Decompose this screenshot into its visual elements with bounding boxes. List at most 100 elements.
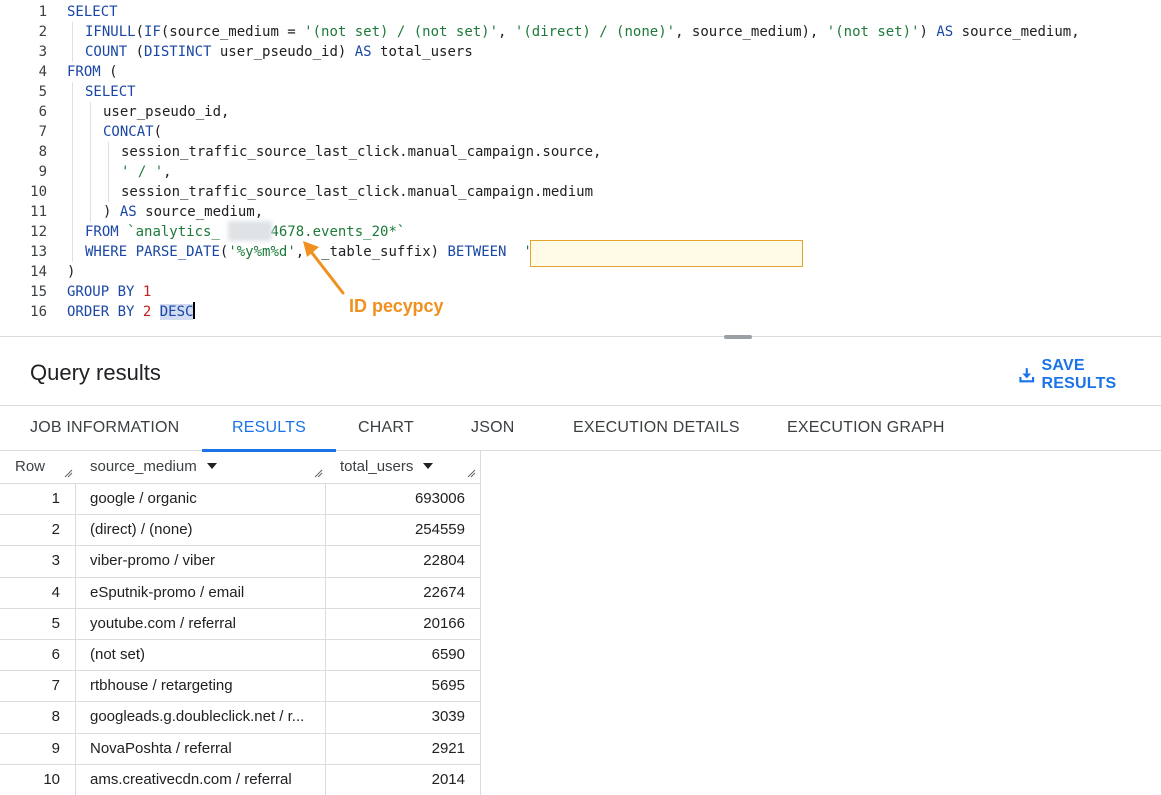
code-line[interactable]: 10 session_traffic_source_last_click.manu… — [0, 182, 1161, 202]
cell-total-users[interactable]: 5695 — [326, 671, 465, 701]
column-header-source-medium[interactable]: source_medium — [90, 451, 217, 483]
cell-total-users[interactable]: 22674 — [326, 578, 465, 608]
table-row[interactable]: 1 google / organic 693006 — [0, 483, 481, 514]
cell-total-users[interactable]: 2014 — [326, 765, 465, 795]
table-row[interactable]: 9 NovaPoshta / referral 2921 — [0, 732, 481, 764]
resize-corner-icon[interactable] — [467, 469, 476, 478]
cell-total-users[interactable]: 2921 — [326, 734, 465, 764]
line-number: 14 — [30, 264, 47, 280]
tab-results[interactable]: RESULTS — [201, 406, 337, 452]
table-row[interactable]: 6 (not set) 6590 — [0, 639, 481, 670]
table-row[interactable]: 7 rtbhouse / retargeting 5695 — [0, 670, 481, 701]
tab-execution-details[interactable]: EXECUTION DETAILS — [573, 406, 740, 451]
code-token: GROUP BY — [67, 284, 135, 300]
table-row[interactable]: 3 viber-promo / viber 22804 — [0, 545, 481, 576]
resize-corner-icon[interactable] — [314, 469, 323, 478]
code-line[interactable]: 9 ' / ', — [0, 162, 1161, 182]
cell-source-medium[interactable]: rtbhouse / retargeting — [90, 671, 320, 701]
code-token: ' / ' — [121, 164, 164, 180]
code-token: user_pseudo_id) — [211, 44, 355, 60]
cell-total-users[interactable]: 3039 — [326, 702, 465, 732]
code-token: total_users — [371, 44, 473, 60]
code-line[interactable]: 6 user_pseudo_id, — [0, 102, 1161, 122]
code-text: COUNT (DISTINCT user_pseudo_id) AS total… — [85, 42, 473, 62]
table-row[interactable]: 2 (direct) / (none) 254559 — [0, 514, 481, 545]
cell-source-medium[interactable]: (direct) / (none) — [90, 515, 320, 545]
cell-source-medium[interactable]: ams.creativecdn.com / referral — [90, 765, 320, 795]
code-token: FROM — [85, 224, 119, 240]
save-results-button[interactable]: SAVE RESULTS — [1018, 357, 1161, 392]
cell-total-users[interactable]: 20166 — [326, 609, 465, 639]
panel-resize-divider[interactable] — [0, 325, 1161, 347]
sql-editor[interactable]: 1 SELECT 2 IFNULL(IF(source_medium = '(not … — [0, 0, 1161, 326]
indent-guide — [72, 162, 73, 182]
code-token: IF — [144, 24, 161, 40]
cell-total-users[interactable]: 693006 — [326, 484, 465, 514]
code-line[interactable]: 15 GROUP BY 1 — [0, 282, 1161, 302]
code-token: session_traffic_source_last_click.manual… — [121, 184, 594, 200]
cell-total-users[interactable]: 254559 — [326, 515, 465, 545]
code-token: DESC — [159, 304, 194, 320]
code-text: ' / ', — [121, 162, 172, 182]
code-token: PARSE_DATE — [135, 244, 220, 260]
code-token: 1 — [142, 284, 152, 300]
cell-source-medium[interactable]: viber-promo / viber — [90, 546, 320, 576]
cell-source-medium[interactable]: youtube.com / referral — [90, 609, 320, 639]
code-line[interactable]: 4 FROM ( — [0, 62, 1161, 82]
table-row[interactable]: 10 ams.creativecdn.com / referral 2014 — [0, 763, 481, 795]
indent-guide — [72, 222, 73, 242]
cell-source-medium[interactable]: NovaPoshta / referral — [90, 734, 320, 764]
code-text: SELECT — [85, 82, 136, 102]
code-token: SELECT — [85, 84, 136, 100]
arrow-down-icon[interactable] — [206, 463, 217, 469]
code-line[interactable]: 5 SELECT — [0, 82, 1161, 102]
code-token: (source_medium = — [160, 24, 305, 40]
code-line[interactable]: 7 CONCAT( — [0, 122, 1161, 142]
annotation-label: ID ресурсу — [349, 296, 444, 316]
results-tabs: JOB INFORMATION RESULTS CHART JSON EXECU… — [0, 405, 1161, 452]
code-token: SELECT — [67, 4, 118, 20]
cell-source-medium[interactable]: eSputnik-promo / email — [90, 578, 320, 608]
code-line[interactable]: 11 ) AS source_medium, — [0, 202, 1161, 222]
tab-execution-graph[interactable]: EXECUTION GRAPH — [787, 406, 945, 451]
indent-guide — [90, 162, 91, 182]
column-divider — [325, 483, 326, 795]
tab-chart[interactable]: CHART — [358, 406, 414, 451]
cell-source-medium[interactable]: (not set) — [90, 640, 320, 670]
code-token: AS — [936, 24, 954, 40]
cell-total-users[interactable]: 6590 — [326, 640, 465, 670]
tab-json[interactable]: JSON — [471, 406, 514, 451]
line-number: 11 — [30, 204, 47, 220]
code-token: IFNULL — [85, 24, 136, 40]
row-number: 7 — [51, 677, 60, 695]
row-number: 9 — [51, 739, 60, 757]
code-text: user_pseudo_id, — [103, 102, 229, 122]
column-divider — [480, 451, 481, 795]
indent-guide — [72, 242, 73, 262]
cell-total-users[interactable]: 22804 — [326, 546, 465, 576]
code-line[interactable]: 2 IFNULL(IF(source_medium = '(not set) / … — [0, 22, 1161, 42]
tab-job-information[interactable]: JOB INFORMATION — [30, 406, 179, 451]
code-line[interactable]: 3 COUNT (DISTINCT user_pseudo_id) AS tota… — [0, 42, 1161, 62]
table-row[interactable]: 4 eSputnik-promo / email 22674 — [0, 576, 481, 608]
code-token: COUNT — [85, 44, 128, 60]
table-row[interactable]: 8 googleads.g.doubleclick.net / r... 3039 — [0, 701, 481, 732]
row-number: 5 — [51, 614, 60, 632]
column-header-total-users[interactable]: total_users — [340, 451, 434, 483]
redacted-id-blur — [228, 221, 272, 241]
cell-source-medium[interactable]: googleads.g.doubleclick.net / r... — [90, 702, 320, 732]
arrow-down-icon[interactable] — [423, 463, 434, 469]
code-line[interactable]: 8 session_traffic_source_last_click.manua… — [0, 142, 1161, 162]
table-row[interactable]: 5 youtube.com / referral 20166 — [0, 607, 481, 639]
row-number: 4 — [51, 583, 60, 601]
resize-corner-icon[interactable] — [64, 469, 73, 478]
cell-source-medium[interactable]: google / organic — [90, 484, 320, 514]
line-number: 13 — [30, 244, 47, 260]
code-line[interactable]: 12 FROM `analytics_ 4678.events_20*` — [0, 222, 1161, 242]
code-line[interactable]: 1 SELECT — [0, 2, 1161, 22]
drag-handle[interactable] — [724, 335, 752, 339]
code-line[interactable]: 16 ORDER BY 2 DESC — [0, 302, 1161, 322]
code-text: ) AS source_medium, — [103, 202, 263, 222]
